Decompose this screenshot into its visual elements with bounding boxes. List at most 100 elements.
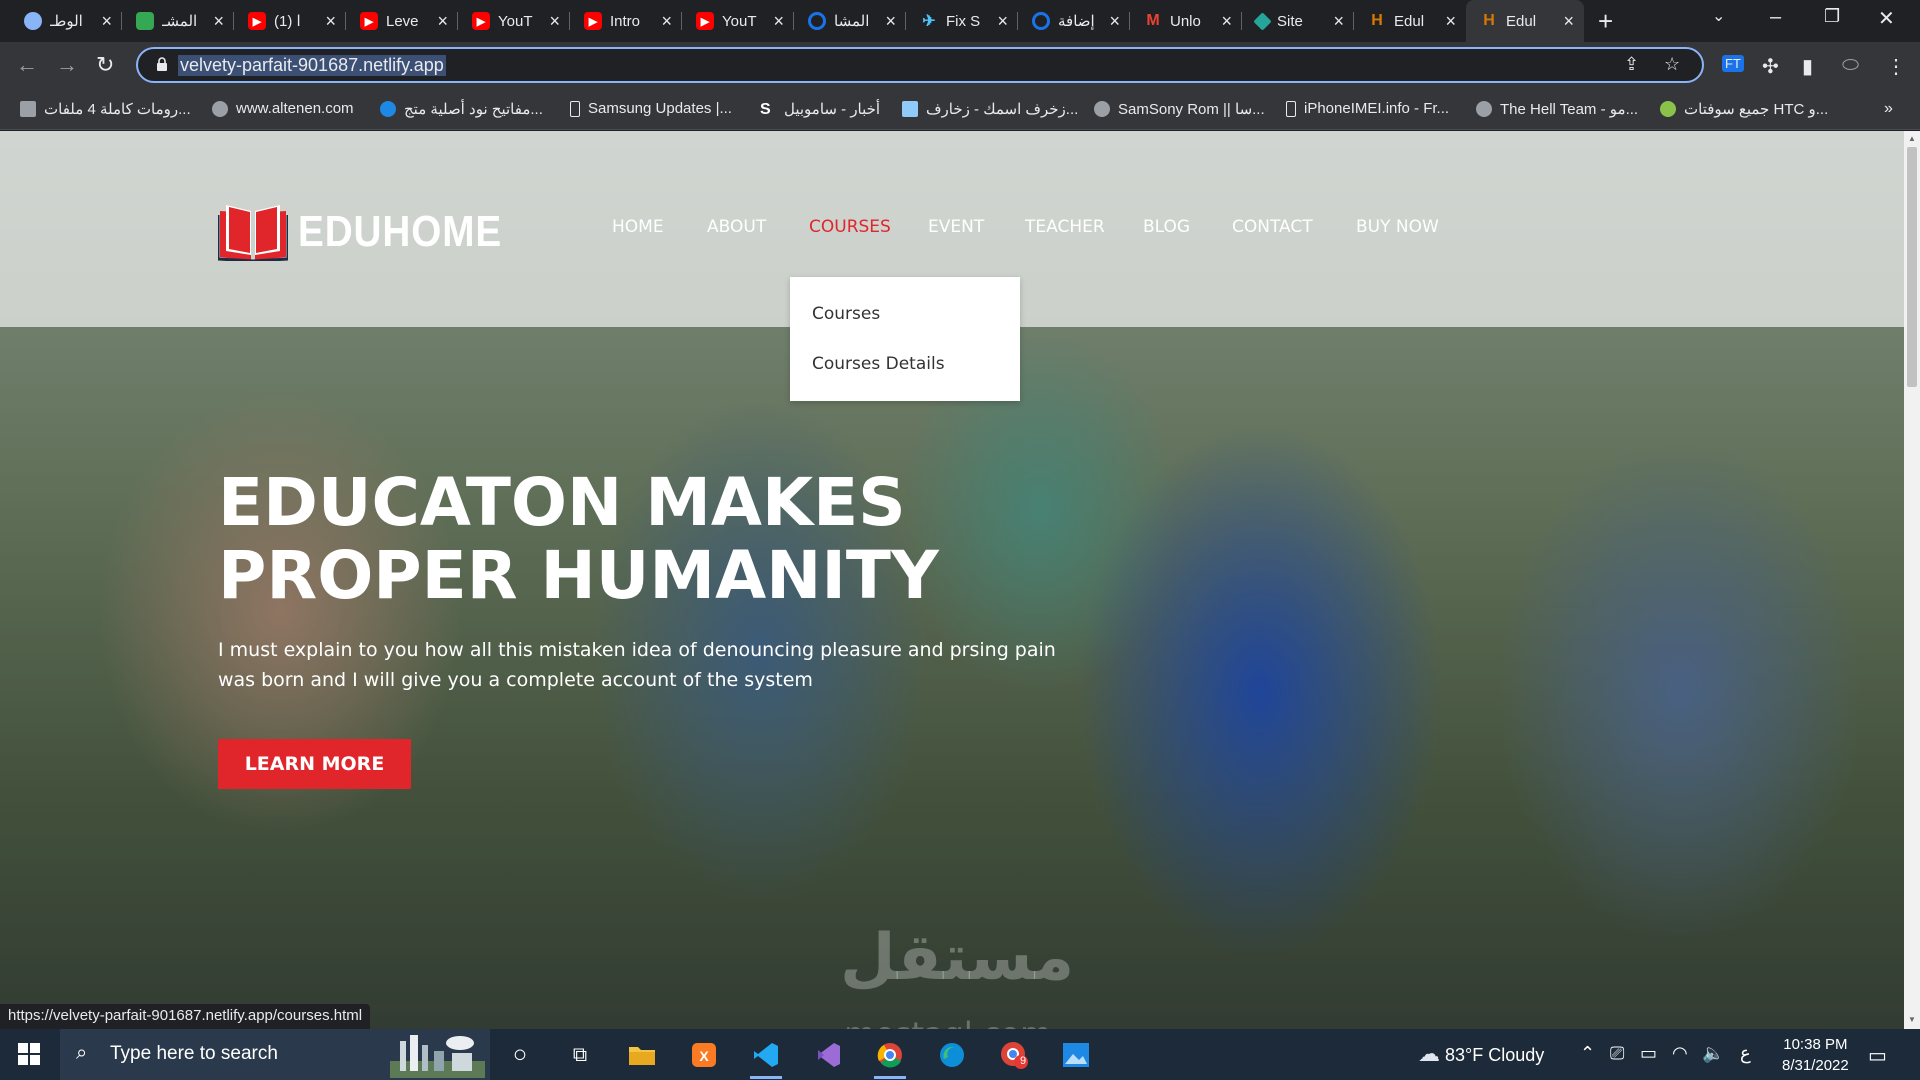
new-tab-button[interactable]: + — [1598, 6, 1613, 37]
scroll-up-arrow-icon[interactable]: ▲ — [1908, 134, 1916, 143]
xampp-icon[interactable]: X — [686, 1037, 722, 1073]
nav-event[interactable]: EVENT — [928, 217, 984, 237]
browser-tab[interactable]: H Edul × — [1354, 0, 1466, 42]
share-icon[interactable]: ⇪ — [1624, 54, 1639, 75]
weather-widget[interactable]: ☁ 83°F Cloudy — [1418, 1041, 1544, 1067]
taskbar-search-box[interactable]: ⌕ Type here to search — [60, 1029, 490, 1080]
bookmark-item[interactable]: www.altenen.com — [212, 100, 354, 117]
file-explorer-icon[interactable] — [624, 1037, 660, 1073]
chrome-icon[interactable] — [872, 1037, 908, 1079]
translate-extension-icon[interactable]: FT — [1722, 55, 1744, 72]
more-bookmarks-button[interactable]: » — [1884, 100, 1893, 118]
close-tab-icon[interactable]: × — [549, 11, 560, 32]
photos-app-icon[interactable] — [1058, 1037, 1094, 1073]
battery-icon[interactable]: ▭ — [1640, 1043, 1657, 1064]
meet-now-icon[interactable]: ⎚ — [1610, 1043, 1624, 1064]
cloud-icon: ☁ — [1418, 1041, 1440, 1066]
bookmark-item[interactable]: جميع سوفتات HTC و... — [1660, 100, 1828, 118]
browser-tab[interactable]: ▶ Intro × — [570, 0, 682, 42]
bookmark-item[interactable]: زخرف اسمك - زخارف... — [902, 100, 1078, 118]
bookmark-item[interactable]: Samsung Updates |... — [570, 100, 732, 117]
system-clock[interactable]: 10:38 PM 8/31/2022 — [1782, 1034, 1849, 1076]
browser-tab[interactable]: Site × — [1242, 0, 1354, 42]
notifications-icon[interactable]: ▭ — [1868, 1043, 1887, 1068]
nav-buy-now[interactable]: BUY NOW — [1356, 217, 1439, 237]
side-panel-icon[interactable]: ▮ — [1802, 54, 1813, 79]
learn-more-button[interactable]: LEARN MORE — [218, 739, 411, 789]
browser-tab[interactable]: ▶ (1) ا × — [234, 0, 346, 42]
minimize-button[interactable]: – — [1770, 6, 1781, 29]
address-bar[interactable]: velvety-parfait-901687.netlify.app ⇪ ☆ — [136, 47, 1704, 83]
tab-strip: الوطـ × المشـ × ▶ (1) ا × ▶ Leve × ▶ You… — [0, 0, 1920, 42]
close-tab-icon[interactable]: × — [1221, 11, 1232, 32]
close-tab-icon[interactable]: × — [213, 11, 224, 32]
scrollbar-thumb[interactable] — [1907, 147, 1917, 387]
close-tab-icon[interactable]: × — [1333, 11, 1344, 32]
browser-tab[interactable]: ✈ Fix S × — [906, 0, 1018, 42]
url-text[interactable]: velvety-parfait-901687.netlify.app — [178, 55, 446, 76]
bookmark-item[interactable]: SamSony Rom || سا... — [1094, 100, 1265, 118]
tab-search-icon[interactable]: ⌄ — [1712, 6, 1725, 26]
dropdown-item-courses[interactable]: Courses — [812, 304, 880, 324]
cortana-icon[interactable]: ○ — [502, 1037, 538, 1073]
close-tab-icon[interactable]: × — [773, 11, 784, 32]
bookmark-item[interactable]: The Hell Team - مو... — [1476, 100, 1638, 118]
visual-studio-icon[interactable] — [810, 1037, 846, 1073]
forward-button[interactable]: → — [56, 52, 78, 78]
browser-tab[interactable]: المشـ × — [122, 0, 234, 42]
browser-tab[interactable]: ▶ YouT × — [682, 0, 794, 42]
profile-extension-icon[interactable]: ⬭ — [1842, 54, 1859, 77]
browser-tab[interactable]: إضافة × — [1018, 0, 1130, 42]
browser-tab[interactable]: المشا × — [794, 0, 906, 42]
close-tab-icon[interactable]: × — [101, 11, 112, 32]
close-tab-icon[interactable]: × — [885, 11, 896, 32]
bookmark-star-icon[interactable]: ☆ — [1664, 54, 1680, 75]
task-view-icon[interactable]: ⧉ — [562, 1037, 598, 1073]
browser-tab[interactable]: M Unlo × — [1130, 0, 1242, 42]
browser-tab[interactable]: ▶ Leve × — [346, 0, 458, 42]
show-hidden-icons-icon[interactable]: ⌃ — [1580, 1043, 1595, 1064]
chrome-menu-icon[interactable]: ⋮ — [1886, 54, 1906, 79]
tab-title: Fix S — [946, 12, 981, 30]
bookmark-item[interactable]: iPhoneIMEI.info - Fr... — [1286, 100, 1449, 117]
close-tab-icon[interactable]: × — [997, 11, 1008, 32]
nav-about[interactable]: ABOUT — [707, 217, 766, 237]
bookmark-item[interactable]: رومات كاملة 4 ملفات... — [20, 100, 191, 118]
reload-button[interactable]: ↻ — [96, 52, 114, 78]
site-logo[interactable]: EDUHOME — [218, 203, 530, 261]
nav-contact[interactable]: CONTACT — [1232, 217, 1313, 237]
browser-toolbar: ← → ↻ velvety-parfait-901687.netlify.app… — [0, 42, 1920, 90]
bookmark-favicon-icon — [1094, 101, 1110, 117]
edge-icon[interactable] — [934, 1037, 970, 1073]
browser-tab-active[interactable]: H Edul × — [1466, 0, 1584, 42]
extensions-puzzle-icon[interactable]: ✣ — [1762, 54, 1779, 79]
scroll-down-arrow-icon[interactable]: ▼ — [1908, 1015, 1916, 1024]
browser-tab[interactable]: الوطـ × — [10, 0, 122, 42]
close-tab-icon[interactable]: × — [1109, 11, 1120, 32]
close-tab-icon[interactable]: × — [661, 11, 672, 32]
close-tab-icon[interactable]: × — [437, 11, 448, 32]
close-tab-icon[interactable]: × — [1563, 11, 1574, 32]
back-button[interactable]: ← — [16, 52, 38, 78]
tab-title: YouT — [722, 12, 757, 30]
restore-button[interactable]: ❐ — [1824, 6, 1840, 27]
bookmark-item[interactable]: مفاتيح نود أصلية متج... — [380, 100, 543, 118]
city-skyline-icon — [390, 1035, 485, 1078]
nav-home[interactable]: HOME — [612, 217, 664, 237]
nav-courses[interactable]: COURSES — [809, 217, 891, 237]
vscode-icon[interactable] — [748, 1037, 784, 1079]
wifi-icon[interactable]: ◠ — [1672, 1043, 1688, 1064]
nav-blog[interactable]: BLOG — [1143, 217, 1190, 237]
volume-icon[interactable]: 🔈 — [1702, 1043, 1724, 1064]
close-window-button[interactable]: ✕ — [1878, 6, 1895, 31]
bookmark-item[interactable]: S أخبار - ساموبيل — [760, 100, 880, 118]
chrome-profile-icon[interactable]: 9 — [996, 1037, 1032, 1073]
input-language-indicator[interactable]: ع — [1740, 1043, 1751, 1064]
nav-teacher[interactable]: TEACHER — [1025, 217, 1105, 237]
windows-start-icon[interactable] — [18, 1043, 40, 1065]
dropdown-item-courses-details[interactable]: Courses Details — [812, 354, 945, 374]
page-scrollbar[interactable]: ▲ ▼ — [1904, 131, 1920, 1029]
close-tab-icon[interactable]: × — [325, 11, 336, 32]
close-tab-icon[interactable]: × — [1445, 11, 1456, 32]
browser-tab[interactable]: ▶ YouT × — [458, 0, 570, 42]
